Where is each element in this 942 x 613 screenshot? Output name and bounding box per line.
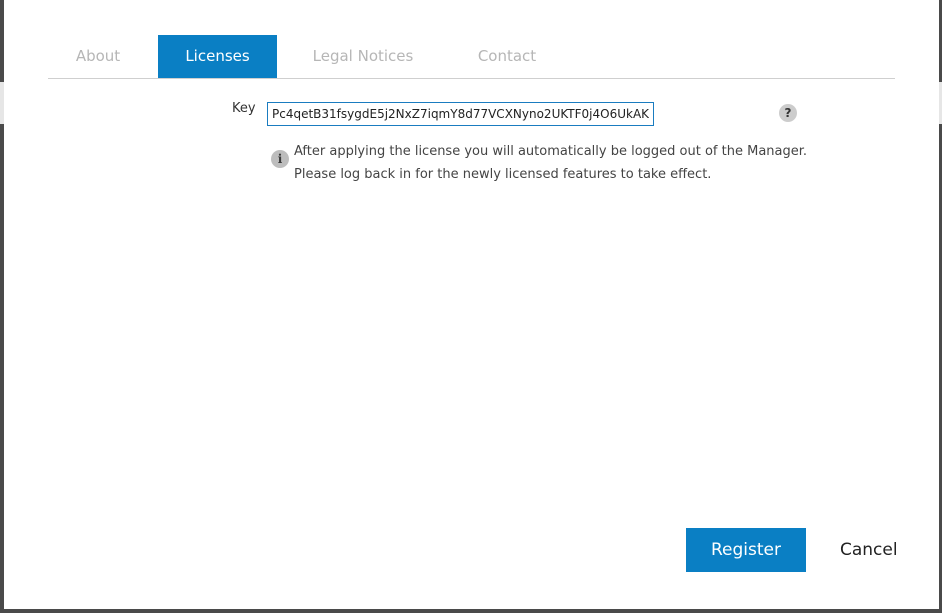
cancel-button[interactable]: Cancel xyxy=(830,528,910,572)
tab-about[interactable]: About xyxy=(48,35,148,78)
tab-licenses[interactable]: Licenses xyxy=(158,35,277,78)
tab-legal-notices[interactable]: Legal Notices xyxy=(284,35,442,78)
license-key-input[interactable] xyxy=(267,102,654,126)
info-circle-icon: i xyxy=(271,150,289,168)
info-line-2: Please log back in for the newly license… xyxy=(294,167,712,182)
register-button[interactable]: Register xyxy=(686,528,806,572)
key-label: Key xyxy=(232,101,256,116)
about-dialog: About Licenses Legal Notices Contact Key… xyxy=(4,0,939,609)
tab-contact[interactable]: Contact xyxy=(448,35,566,78)
license-info-message: After applying the license you will auto… xyxy=(294,140,814,186)
question-circle-icon[interactable]: ? xyxy=(779,104,797,122)
tab-bar: About Licenses Legal Notices Contact xyxy=(48,35,895,79)
info-line-1: After applying the license you will auto… xyxy=(294,144,808,159)
